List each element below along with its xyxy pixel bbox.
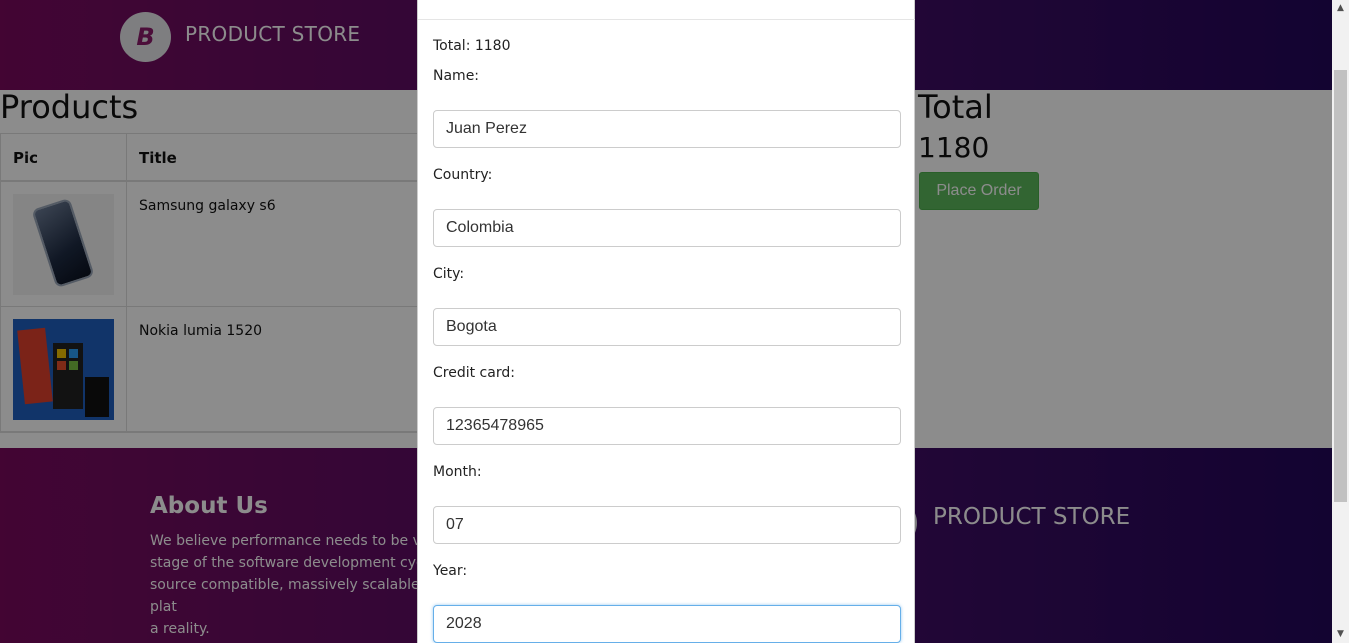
month-field[interactable] bbox=[433, 506, 901, 544]
modal-header-divider bbox=[418, 19, 915, 20]
scroll-up-icon[interactable]: ▲ bbox=[1332, 0, 1349, 17]
place-order-modal: Total: 1180 Name: Country: City: Credit … bbox=[417, 0, 915, 643]
month-label: Month: bbox=[433, 464, 482, 480]
year-label: Year: bbox=[433, 563, 468, 579]
country-label: Country: bbox=[433, 167, 493, 183]
credit-card-field[interactable] bbox=[433, 407, 901, 445]
city-label: City: bbox=[433, 266, 465, 282]
vertical-scrollbar[interactable]: ▲ ▼ bbox=[1332, 0, 1349, 643]
year-field[interactable] bbox=[433, 605, 901, 643]
city-field[interactable] bbox=[433, 308, 901, 346]
credit-card-label: Credit card: bbox=[433, 365, 515, 381]
window-edge bbox=[1349, 0, 1366, 643]
country-field[interactable] bbox=[433, 209, 901, 247]
scroll-down-icon[interactable]: ▼ bbox=[1332, 626, 1349, 643]
scroll-thumb[interactable] bbox=[1334, 70, 1347, 502]
modal-total: Total: 1180 bbox=[433, 38, 511, 54]
name-label: Name: bbox=[433, 68, 480, 84]
name-field[interactable] bbox=[433, 110, 901, 148]
